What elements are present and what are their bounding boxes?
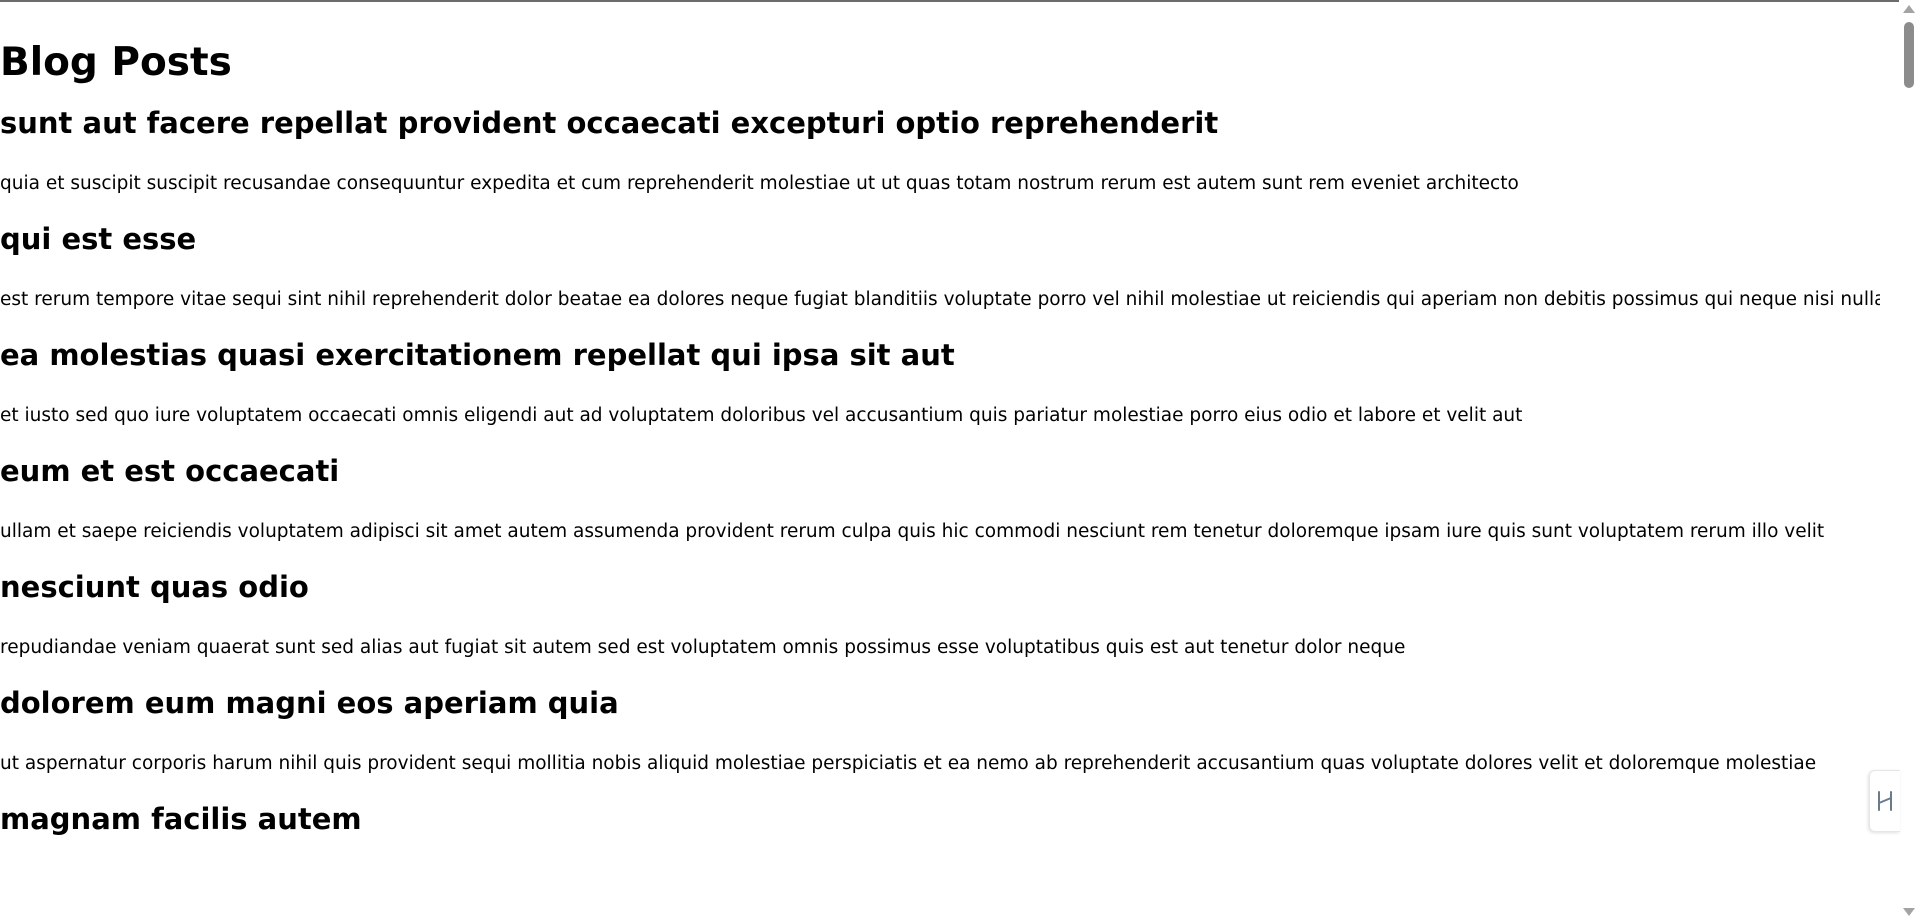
blog-post: ea molestias quasi exercitationem repell… <box>0 334 1880 429</box>
post-body: repudiandae veniam quaerat sunt sed alia… <box>0 637 1406 658</box>
blog-post: sunt aut facere repellat provident occae… <box>0 102 1880 197</box>
blog-post: qui est esse est rerum tempore vitae seq… <box>0 218 1880 313</box>
floating-side-widget[interactable] <box>1869 770 1900 832</box>
vertical-scrollbar[interactable] <box>1899 0 1918 920</box>
post-body: ullam et saepe reiciendis voluptatem adi… <box>0 521 1825 542</box>
translate-icon <box>1878 791 1892 811</box>
post-body: est rerum tempore vitae sequi sint nihil… <box>0 289 1880 310</box>
post-title: ea molestias quasi exercitationem repell… <box>0 338 955 372</box>
page-title: Blog Posts <box>0 40 232 85</box>
post-title: sunt aut facere repellat provident occae… <box>0 106 1219 140</box>
blog-post: eum et est occaecati ullam et saepe reic… <box>0 450 1880 545</box>
post-body: ut aspernatur corporis harum nihil quis … <box>0 753 1817 774</box>
main-content: Blog Posts sunt aut facere repellat prov… <box>0 2 1880 920</box>
post-body: et iusto sed quo iure voluptatem occaeca… <box>0 405 1523 426</box>
post-body: quia et suscipit suscipit recusandae con… <box>0 173 1519 194</box>
post-title: nesciunt quas odio <box>0 570 309 604</box>
post-title: qui est esse <box>0 222 197 256</box>
blog-post: dolorem eum magni eos aperiam quia ut as… <box>0 682 1880 777</box>
scroll-up-arrow-icon[interactable] <box>1903 5 1915 13</box>
post-title: dolorem eum magni eos aperiam quia <box>0 686 619 720</box>
scroll-down-arrow-icon[interactable] <box>1903 908 1915 916</box>
post-title: eum et est occaecati <box>0 454 340 488</box>
blog-post: magnam facilis autem <box>0 798 1880 840</box>
scrollbar-thumb[interactable] <box>1904 22 1914 88</box>
blog-post: nesciunt quas odio repudiandae veniam qu… <box>0 566 1880 661</box>
post-title: magnam facilis autem <box>0 802 362 836</box>
